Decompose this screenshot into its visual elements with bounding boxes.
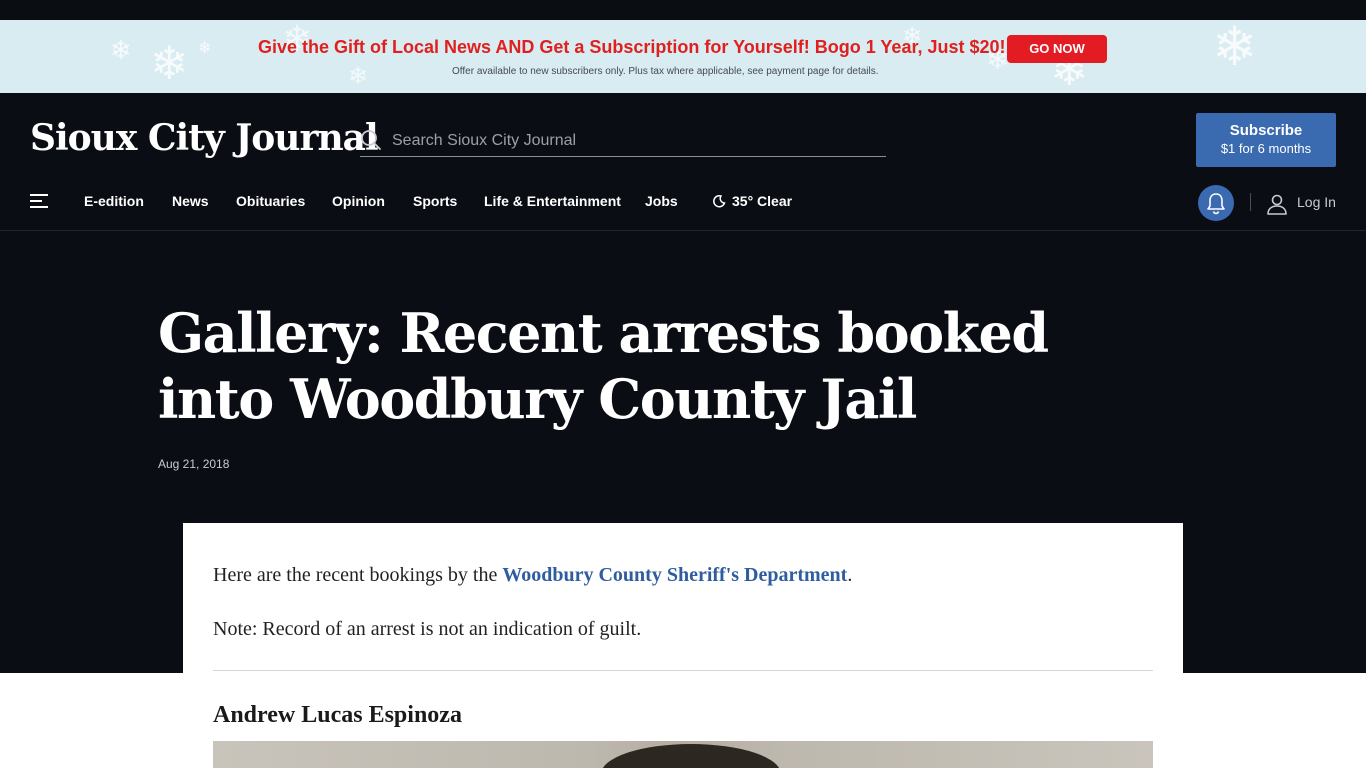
promo-headline[interactable]: Give the Gift of Local News AND Get a Su… [258,37,1006,58]
snowflake-icon: ❄ [198,38,212,57]
promo-banner[interactable]: ❄ ❄ ❄ ❄ ❄ ❄ ❄ ❄ ❄ Give the Gift of Local… [0,20,1366,93]
login-label: Log In [1297,194,1336,210]
article-body: Here are the recent bookings by the Wood… [183,523,1183,768]
nav-divider [1250,193,1251,211]
sheriff-department-link[interactable]: Woodbury County Sheriff's Department [502,564,847,586]
moon-icon [713,194,726,208]
search-bar[interactable] [360,127,886,157]
section-divider [213,670,1153,671]
top-strip [0,0,1366,20]
snowflake-icon: ❄ [110,36,132,66]
snowflake-icon: ❄ [1212,20,1258,78]
nav-item-e-edition[interactable]: E-edition [84,193,144,209]
nav-item-news[interactable]: News [172,193,209,209]
intro-text: Here are the recent bookings by the [213,564,503,586]
subscribe-button[interactable]: Subscribe $1 for 6 months [1196,113,1336,167]
promo-fine-print: Offer available to new subscribers only.… [452,66,879,77]
go-now-button[interactable]: GO NOW [1007,35,1107,63]
nav-item-life-entertainment[interactable]: Life & Entertainment [484,193,621,209]
nav-item-opinion[interactable]: Opinion [332,193,385,209]
weather-text: 35° Clear [732,193,793,209]
main-nav: E-edition News Obituaries Opinion Sports… [0,185,1366,221]
nav-item-jobs[interactable]: Jobs [645,193,678,209]
subscribe-offer: $1 for 6 months [1220,141,1312,156]
arrest-disclaimer: Note: Record of an arrest is not an indi… [213,618,642,640]
booking-name: Andrew Lucas Espinoza [213,702,462,728]
article-date: Aug 21, 2018 [158,457,230,471]
snowflake-icon: ❄ [150,36,189,90]
subscribe-title: Subscribe [1229,122,1303,139]
article-headline: Gallery: Recent arrests booked into Wood… [158,301,1049,431]
menu-icon[interactable] [30,193,50,209]
notifications-button[interactable] [1198,185,1234,221]
nav-item-sports[interactable]: Sports [413,193,457,209]
search-icon[interactable] [360,129,382,151]
site-logo[interactable]: Sioux City Journal [30,117,379,159]
snowflake-icon: ❄ [348,62,369,90]
booking-photo[interactable] [213,741,1153,768]
search-input[interactable] [392,129,872,153]
intro-period: . [847,564,853,586]
header-divider [0,230,1366,231]
article-intro: Here are the recent bookings by the Wood… [213,564,852,587]
weather-widget[interactable]: 35° Clear [712,193,792,209]
nav-item-obituaries[interactable]: Obituaries [236,193,305,209]
bell-icon [1207,193,1225,215]
user-icon [1267,194,1287,215]
